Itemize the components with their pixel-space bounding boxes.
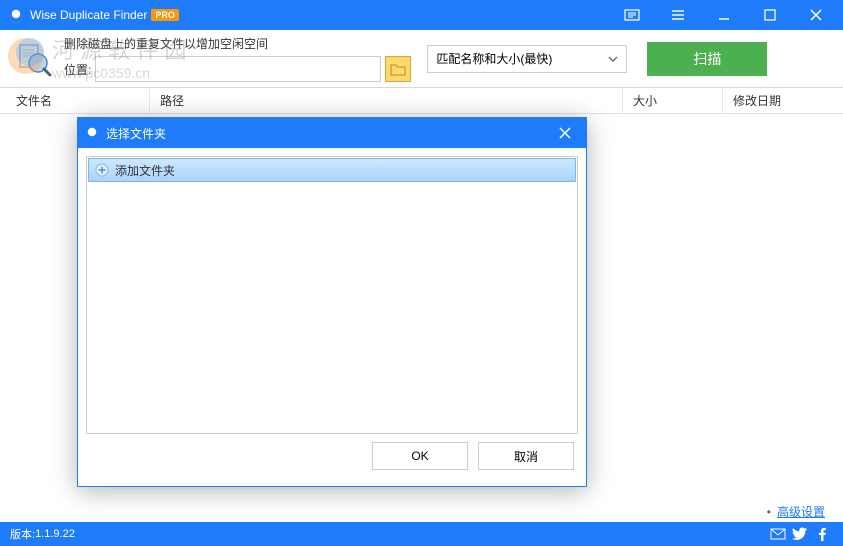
dialog-body: 添加文件夹 OK 取消 bbox=[78, 148, 586, 486]
dialog-overlay: 选择文件夹 添加文件夹 OK 取消 bbox=[0, 0, 843, 546]
select-folder-dialog: 选择文件夹 添加文件夹 OK 取消 bbox=[77, 117, 587, 487]
dialog-cancel-button[interactable]: 取消 bbox=[478, 442, 574, 470]
add-folder-label: 添加文件夹 bbox=[115, 162, 175, 179]
plus-icon bbox=[95, 163, 109, 177]
dialog-icon bbox=[84, 124, 102, 142]
dialog-title-text: 选择文件夹 bbox=[106, 125, 166, 142]
dialog-footer: OK 取消 bbox=[86, 434, 578, 478]
folder-list: 添加文件夹 bbox=[86, 156, 578, 434]
dialog-titlebar: 选择文件夹 bbox=[78, 118, 586, 148]
dialog-close-button[interactable] bbox=[550, 119, 580, 147]
add-folder-item[interactable]: 添加文件夹 bbox=[88, 158, 576, 182]
dialog-ok-button[interactable]: OK bbox=[372, 442, 468, 470]
